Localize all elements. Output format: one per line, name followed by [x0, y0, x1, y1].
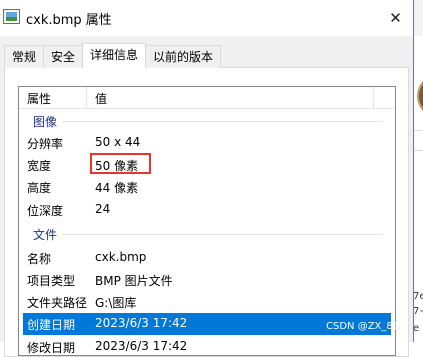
property-name: 创建日期: [27, 318, 76, 332]
tab-general[interactable]: 常规: [4, 45, 45, 68]
property-name: 文件夹路径: [27, 296, 88, 310]
background-text: 7e: [413, 291, 423, 302]
property-name: 分辨率: [27, 137, 64, 151]
property-value: 2023/6/3 17:42: [95, 316, 188, 330]
property-name: 位深度: [27, 204, 64, 218]
list-item[interactable]: 修改日期 2023/6/3 17:42: [19, 336, 395, 355]
watermark: CSDN @ZX_815: [326, 321, 406, 332]
column-separator[interactable]: [86, 87, 87, 109]
property-name: 高度: [27, 181, 52, 195]
property-value: G:\图库: [95, 296, 137, 310]
property-name: 宽度: [27, 159, 52, 173]
list-item[interactable]: 位深度 24: [19, 199, 395, 221]
property-value: BMP 图片文件: [95, 274, 173, 288]
properties-dialog: cxk.bmp 属性 ✕ 常规 安全 详细信息 以前的版本 属性 值 图像 分辨…: [0, 0, 414, 357]
column-header-value[interactable]: 值: [95, 90, 107, 107]
property-name: 名称: [27, 252, 52, 266]
bmp-file-icon: [3, 9, 20, 24]
details-list[interactable]: 属性 值 图像 分辨率 50 x 44 宽度 50 像素 高度 44 像素 位深…: [18, 86, 396, 356]
list-item[interactable]: 宽度 50 像素: [19, 154, 395, 176]
group-divider: [63, 234, 383, 235]
property-value: cxk.bmp: [95, 250, 147, 264]
list-item[interactable]: 高度 44 像素: [19, 176, 395, 198]
group-header-file: 文件: [33, 228, 58, 242]
property-value: 2023/6/3 17:42: [95, 339, 188, 353]
list-header: 属性 值: [19, 87, 395, 109]
column-separator[interactable]: [373, 87, 374, 109]
list-item[interactable]: 名称 cxk.bmp: [19, 247, 395, 269]
property-value: 24: [95, 202, 111, 216]
list-item[interactable]: 项目类型 BMP 图片文件: [19, 269, 395, 291]
property-name: 项目类型: [27, 274, 76, 288]
window-title: cxk.bmp 属性: [26, 13, 112, 28]
column-header-property[interactable]: 属性: [27, 90, 51, 107]
group-divider: [63, 121, 383, 122]
property-value: 50 x 44: [95, 135, 141, 149]
tab-details[interactable]: 详细信息: [82, 43, 147, 68]
group-header-image: 图像: [33, 115, 58, 129]
tab-security[interactable]: 安全: [43, 45, 84, 68]
background-text: 7+: [413, 306, 423, 317]
tab-previous-versions[interactable]: 以前的版本: [145, 45, 222, 68]
background-avatar: [417, 74, 423, 118]
property-value: 44 像素: [95, 181, 139, 195]
annotation-red-box: [90, 153, 151, 174]
list-item[interactable]: 文件夹路径 G:\图库: [19, 291, 395, 313]
tab-strip: 常规 安全 详细信息 以前的版本: [4, 43, 222, 68]
close-button[interactable]: ✕: [378, 0, 413, 36]
title-bar[interactable]: cxk.bmp 属性 ✕: [0, 0, 413, 36]
list-item[interactable]: 分辨率 50 x 44: [19, 132, 395, 154]
